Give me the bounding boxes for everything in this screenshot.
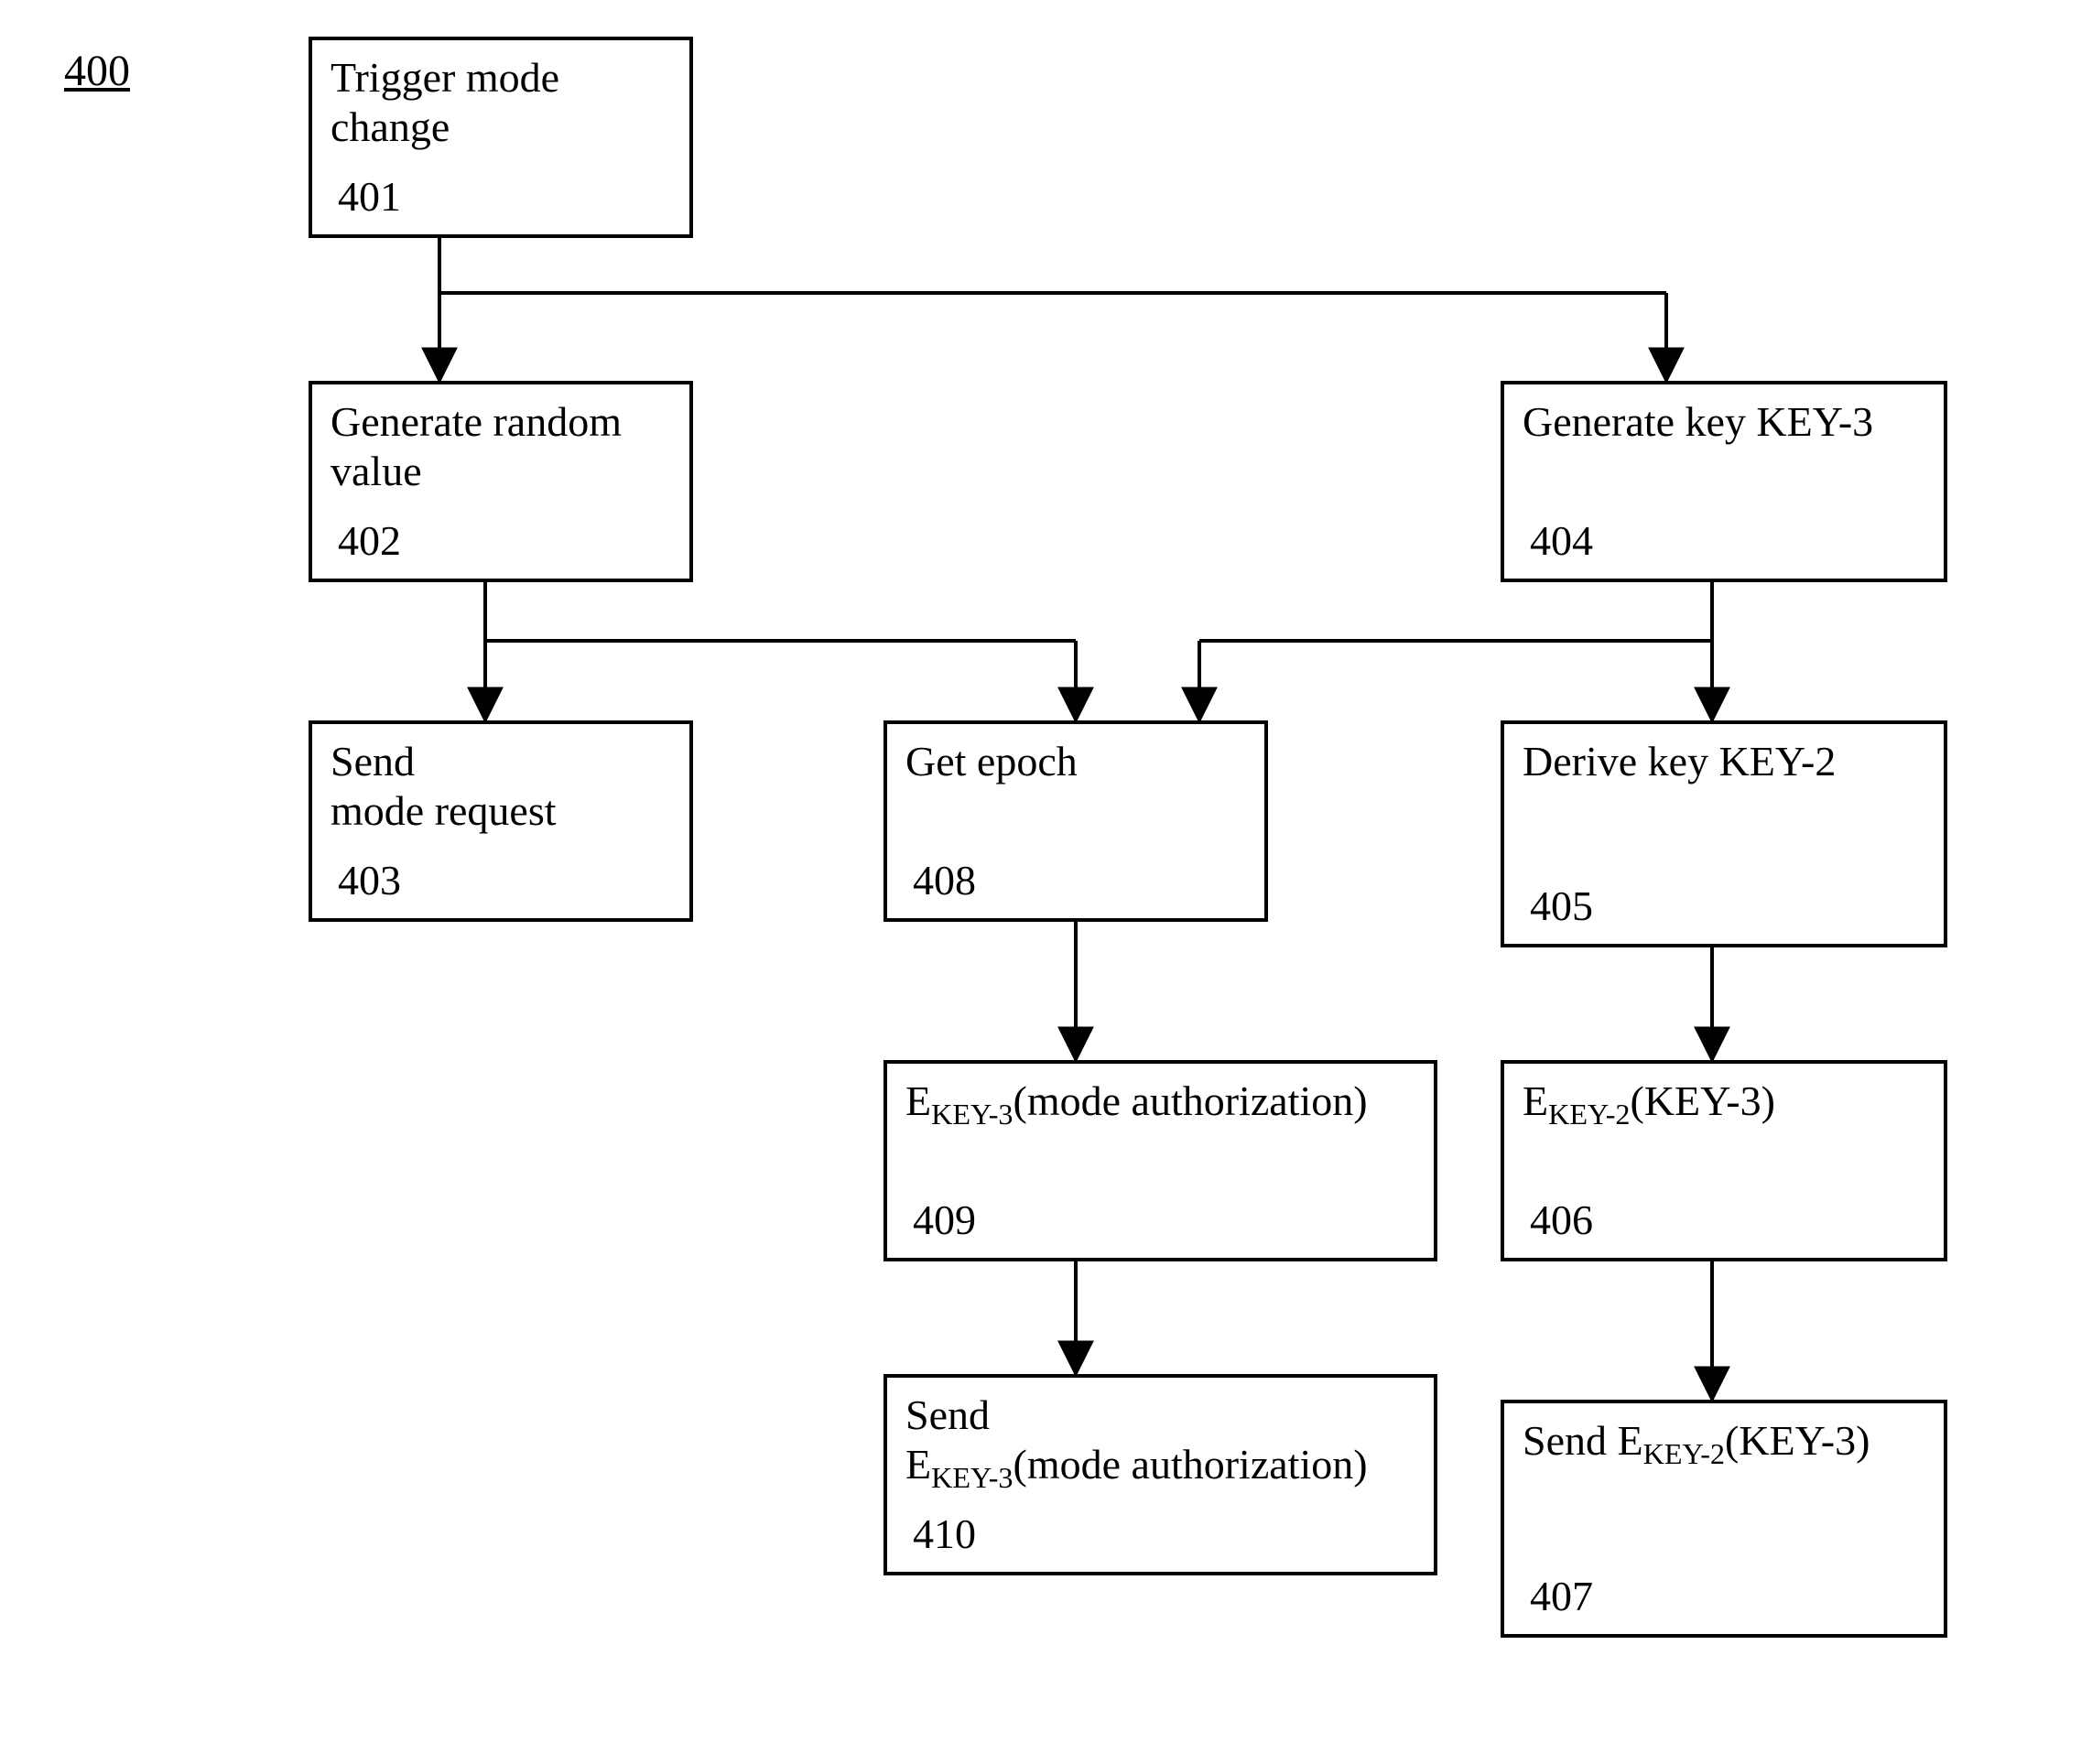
box-407-sub: KEY-2 [1643, 1437, 1725, 1470]
box-402-line2: value [331, 447, 671, 496]
box-404-line1: Generate key KEY-3 [1523, 397, 1925, 447]
box-402-num: 402 [338, 516, 401, 566]
box-405: Derive key KEY-2 405 [1501, 720, 1947, 947]
box-406-num: 406 [1530, 1196, 1593, 1245]
box-406: EKEY-2(KEY-3) 406 [1501, 1060, 1947, 1261]
box-407-plain: Send E [1523, 1417, 1643, 1464]
box-409-post: (mode authorization) [1013, 1077, 1368, 1124]
box-410-post: (mode authorization) [1013, 1441, 1368, 1488]
box-403: Send mode request 403 [309, 720, 693, 922]
box-408: Get epoch 408 [883, 720, 1268, 922]
box-410-num: 410 [913, 1510, 976, 1559]
box-406-sub: KEY-2 [1548, 1098, 1630, 1131]
box-401-line2: change [331, 103, 671, 152]
box-409-num: 409 [913, 1196, 976, 1245]
box-409-sub: KEY-3 [931, 1098, 1013, 1131]
box-407: Send EKEY-2(KEY-3) 407 [1501, 1400, 1947, 1638]
box-406-post: (KEY-3) [1631, 1077, 1775, 1124]
box-402: Generate random value 402 [309, 381, 693, 582]
box-404: Generate key KEY-3 404 [1501, 381, 1947, 582]
box-410-line1: Send [905, 1391, 1415, 1440]
box-408-num: 408 [913, 856, 976, 905]
box-406-pre: E [1523, 1077, 1548, 1124]
box-404-num: 404 [1530, 516, 1593, 566]
box-407-num: 407 [1530, 1572, 1593, 1621]
box-405-num: 405 [1530, 882, 1593, 931]
box-403-line2: mode request [331, 786, 671, 836]
box-409-pre: E [905, 1077, 931, 1124]
box-410-pre: E [905, 1441, 931, 1488]
flowchart-canvas: 400 Trigger mode change 401 Generate ran… [0, 0, 2092, 1764]
box-405-line1: Derive key KEY-2 [1523, 737, 1925, 786]
box-403-num: 403 [338, 856, 401, 905]
box-410-sub: KEY-3 [931, 1461, 1013, 1494]
box-409: EKEY-3(mode authorization) 409 [883, 1060, 1437, 1261]
box-408-line1: Get epoch [905, 737, 1246, 786]
figure-label: 400 [64, 46, 130, 96]
box-401-line1: Trigger mode [331, 53, 671, 103]
box-401: Trigger mode change 401 [309, 37, 693, 238]
box-403-line1: Send [331, 737, 671, 786]
box-407-post: (KEY-3) [1725, 1417, 1870, 1464]
box-402-line1: Generate random [331, 397, 671, 447]
box-401-num: 401 [338, 172, 401, 222]
box-410: Send EKEY-3(mode authorization) 410 [883, 1374, 1437, 1575]
